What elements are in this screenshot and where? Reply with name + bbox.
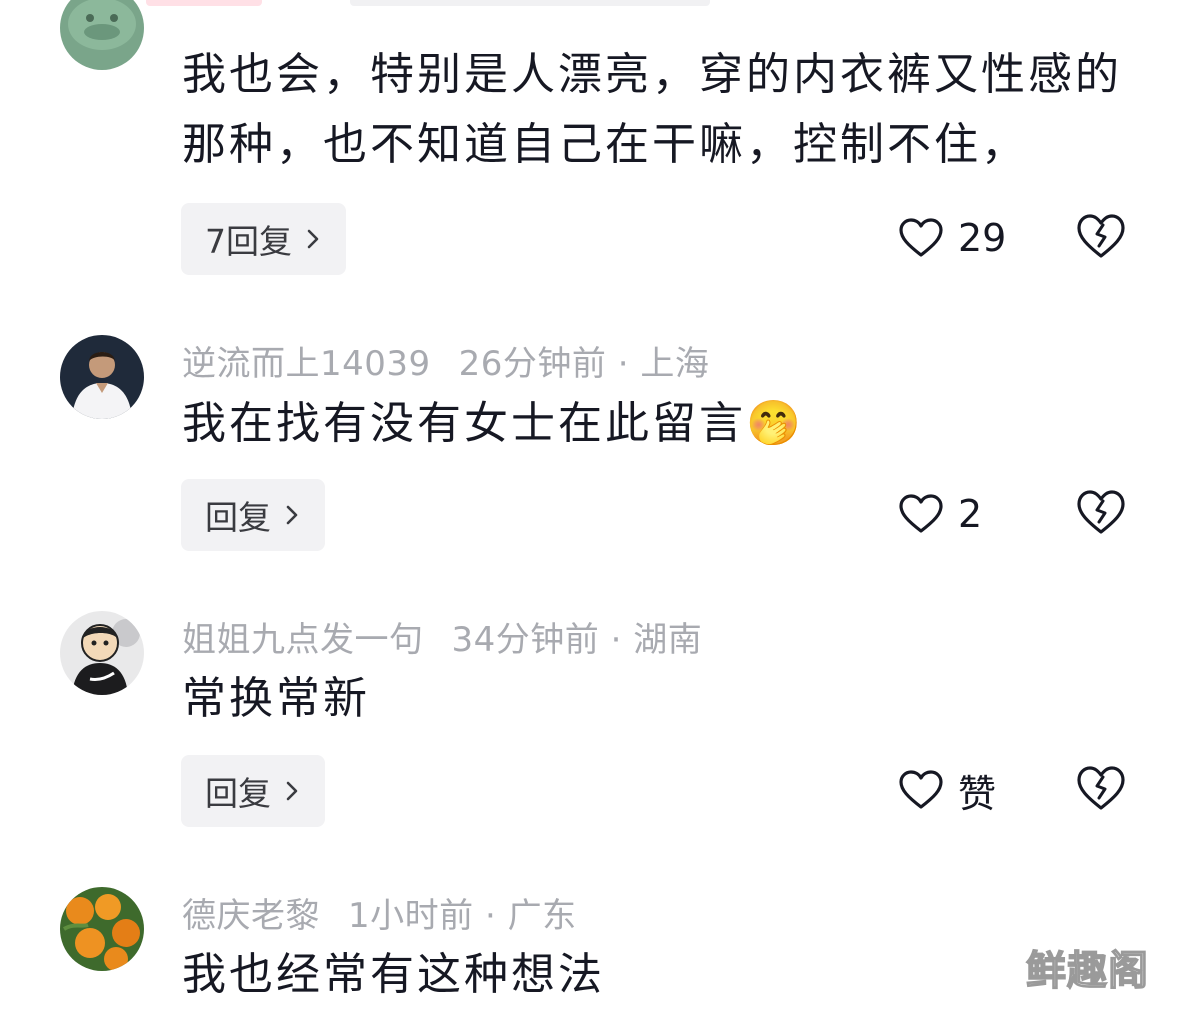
avatar[interactable] <box>60 611 144 695</box>
comment-text: 我也会，特别是人漂亮，穿的内衣裤又性感的那种，也不知道自己在干嘛，控制不住， <box>182 49 1122 170</box>
avatar[interactable] <box>60 0 144 70</box>
like-button[interactable]: 29 <box>898 208 1006 268</box>
location: · 上海 <box>617 344 710 384</box>
timestamp: 26分钟前 <box>458 344 607 384</box>
like-count: 2 <box>958 492 983 536</box>
username[interactable]: 德庆老黎 <box>182 896 320 936</box>
chevron-right-icon <box>281 780 303 802</box>
top-divider-bar <box>350 0 710 6</box>
username[interactable]: 逆流而上14039 <box>182 344 431 384</box>
view-replies-button[interactable]: 7回复 <box>181 203 346 275</box>
broken-heart-icon <box>1077 490 1125 534</box>
heart-outline-icon <box>899 494 943 533</box>
location: · 湖南 <box>610 620 703 660</box>
timestamp: 1小时前 <box>348 896 474 936</box>
location: · 广东 <box>484 896 577 936</box>
like-button[interactable]: 赞 <box>898 760 996 820</box>
cartoon-avatar-icon <box>60 611 144 695</box>
emoji: 🤭 <box>746 398 804 449</box>
watermark-logo: 鲜趣阁 <box>1025 947 1149 994</box>
footballer-avatar-icon <box>60 335 144 419</box>
comment-text: 我也经常有这种想法 <box>182 949 605 1000</box>
comment-meta: 德庆老黎 1小时前 · 广东 <box>182 888 577 937</box>
comment-text: 常换常新 <box>182 673 370 724</box>
reply-label: 回复 <box>205 498 271 537</box>
reply-button[interactable]: 回复 <box>181 755 325 827</box>
reply-label: 回复 <box>205 774 271 813</box>
broken-heart-icon <box>1077 214 1125 258</box>
comment-meta: 逆流而上14039 26分钟前 · 上海 <box>182 336 709 385</box>
comment-text: 我在找有没有女士在此留言🤭 <box>182 398 804 449</box>
dislike-button[interactable] <box>1074 488 1128 542</box>
comment-meta: 姐姐九点发一句 34分钟前 · 湖南 <box>182 612 702 661</box>
chevron-right-icon <box>302 228 324 250</box>
chevron-right-icon <box>281 504 303 526</box>
heart-outline-icon <box>899 218 943 257</box>
frog-avatar-icon <box>60 0 144 70</box>
username[interactable]: 姐姐九点发一句 <box>182 620 424 660</box>
like-button[interactable]: 2 <box>898 484 982 544</box>
timestamp: 34分钟前 <box>451 620 600 660</box>
top-accent-bar <box>146 0 262 6</box>
avatar[interactable] <box>60 335 144 419</box>
heart-outline-icon <box>899 770 943 809</box>
like-label: 赞 <box>958 771 997 816</box>
dislike-button[interactable] <box>1074 764 1128 818</box>
oranges-avatar-icon <box>60 887 144 971</box>
broken-heart-icon <box>1077 766 1125 810</box>
reply-label: 7回复 <box>205 222 292 261</box>
dislike-button[interactable] <box>1074 212 1128 266</box>
avatar[interactable] <box>60 887 144 971</box>
like-count: 29 <box>958 216 1007 260</box>
reply-button[interactable]: 回复 <box>181 479 325 551</box>
